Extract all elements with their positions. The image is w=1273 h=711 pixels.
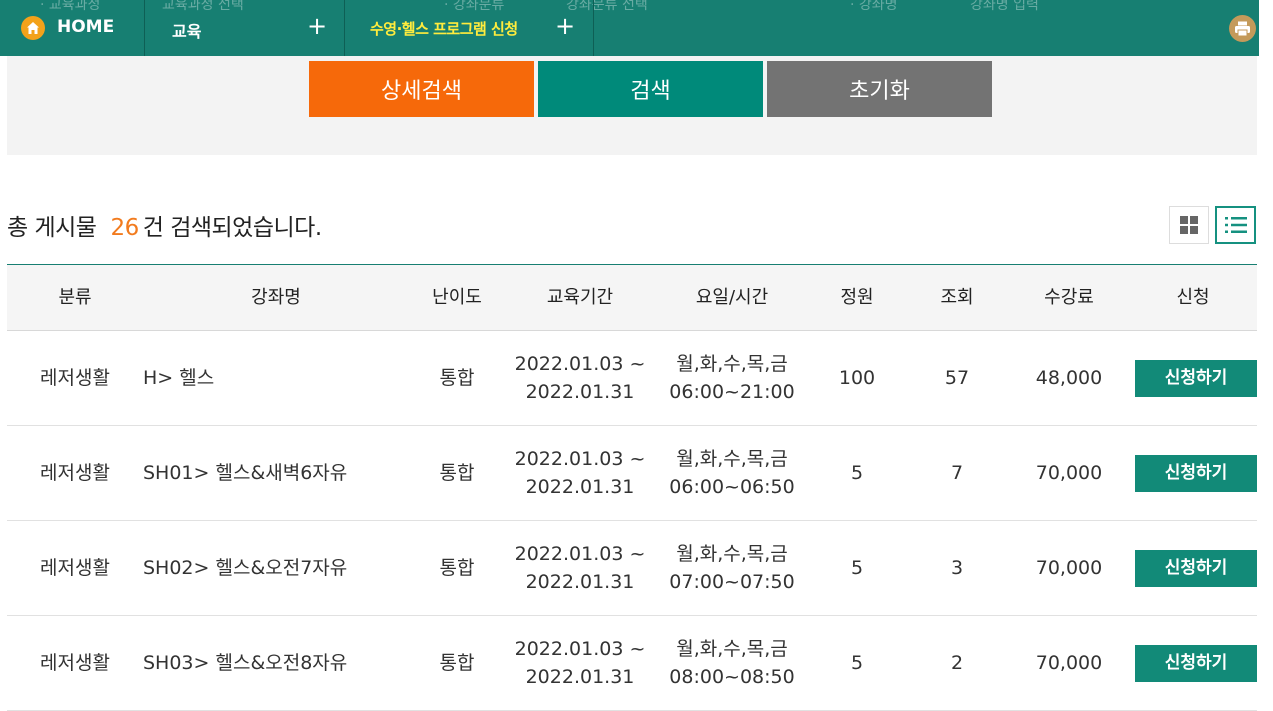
search-panel: 상세검색 검색 초기화 (7, 56, 1257, 155)
row-views: 2 (950, 652, 964, 674)
row-time: 07:00~07:50 (669, 571, 795, 593)
row-capacity: 100 (838, 367, 876, 389)
list-view-button[interactable] (1215, 206, 1256, 244)
ghost-input-lecture: 강좌명 입력 (970, 0, 1039, 13)
apply-button[interactable]: 신청하기 (1135, 549, 1257, 587)
header-apply: 신청 (1176, 286, 1210, 308)
row-period-start: 2022.01.03 ~ (514, 448, 646, 470)
row-level: 통합 (439, 462, 475, 484)
row-period: 2022.01.03 ~ 2022.01.31 (505, 426, 655, 520)
result-summary: 총 게시물 26 건 검색되었습니다. (7, 208, 322, 242)
result-count: 26 (110, 215, 139, 241)
row-fee: 70,000 (1035, 652, 1103, 674)
row-time: 06:00~06:50 (669, 476, 795, 498)
top-navigation: · 교육과정 교육과정 선택 · 강좌분류 강좌분류 선택 · 강좌명 강좌명 … (0, 0, 1259, 56)
search-button[interactable]: 검색 (538, 61, 763, 117)
row-schedule: 월,화,수,목,금 06:00~06:50 (655, 426, 809, 520)
row-period-start: 2022.01.03 ~ (514, 543, 646, 565)
reset-button[interactable]: 초기화 (767, 61, 992, 117)
apply-button[interactable]: 신청하기 (1135, 644, 1257, 682)
row-apply-cell: 신청하기 (1129, 616, 1257, 710)
row-period-end: 2022.01.31 (525, 571, 635, 593)
apply-button[interactable]: 신청하기 (1135, 454, 1257, 492)
apply-button[interactable]: 신청하기 (1135, 359, 1257, 397)
row-views: 3 (950, 557, 964, 579)
row-category: 레저생활 (40, 652, 110, 674)
header-category: 분류 (58, 286, 92, 308)
row-fee: 70,000 (1035, 557, 1103, 579)
list-view-icon (1224, 217, 1247, 233)
home-icon (21, 16, 45, 40)
header-level: 난이도 (432, 286, 482, 308)
grid-view-icon (1180, 216, 1198, 234)
ghost-label-lecture: · 강좌명 (850, 0, 898, 13)
row-period-end: 2022.01.31 (525, 476, 635, 498)
row-period-start: 2022.01.03 ~ (514, 638, 646, 660)
nav-submenu-label: 수영·헬스 프로그램 신청 (370, 20, 518, 38)
summary-prefix: 총 게시물 (7, 215, 97, 241)
table-row: 레저생활 SH03> 헬스&오전8자유 통합 2022.01.03 ~2022.… (7, 616, 1257, 711)
header-period: 교육기간 (546, 286, 614, 308)
nav-menu-plus-icon[interactable]: + (307, 12, 327, 40)
nav-home-link[interactable]: HOME (7, 0, 145, 56)
row-category: 레저생활 (40, 557, 110, 579)
row-apply-cell: 신청하기 (1129, 521, 1257, 615)
row-name: SH03> 헬스&오전8자유 (143, 652, 348, 674)
nav-submenu-plus-icon[interactable]: + (555, 12, 575, 40)
row-days: 월,화,수,목,금 (676, 543, 788, 565)
row-views: 57 (944, 367, 970, 389)
row-schedule: 월,화,수,목,금 08:00~08:50 (655, 616, 809, 710)
nav-menu-label: 교육 (172, 22, 202, 41)
row-category: 레저생활 (40, 462, 110, 484)
header-views: 조회 (940, 286, 974, 308)
table-row: 레저생활 SH02> 헬스&오전7자유 통합 2022.01.03 ~2022.… (7, 521, 1257, 616)
header-name: 강좌명 (251, 286, 301, 308)
row-schedule: 월,화,수,목,금 06:00~21:00 (655, 331, 809, 425)
row-apply-cell: 신청하기 (1129, 426, 1257, 520)
row-schedule: 월,화,수,목,금 07:00~07:50 (655, 521, 809, 615)
row-days: 월,화,수,목,금 (676, 448, 788, 470)
program-table: 분류 강좌명 난이도 교육기간 요일/시간 정원 조회 수강료 신청 레저생활 … (7, 264, 1257, 711)
row-period: 2022.01.03 ~ 2022.01.31 (505, 521, 655, 615)
row-capacity: 5 (850, 462, 864, 484)
row-period-start: 2022.01.03 ~ (514, 353, 646, 375)
detail-search-button[interactable]: 상세검색 (309, 61, 534, 117)
row-level: 통합 (439, 652, 475, 674)
row-level: 통합 (439, 367, 475, 389)
row-period-end: 2022.01.31 (525, 381, 635, 403)
nav-submenu-program[interactable]: 수영·헬스 프로그램 신청 + (345, 0, 594, 56)
table-row: 레저생활 H> 헬스 통합 2022.01.03 ~ 2022.01.31 월,화… (7, 331, 1257, 426)
table-header: 분류 강좌명 난이도 교육기간 요일/시간 정원 조회 수강료 신청 (7, 264, 1257, 331)
header-schedule: 요일/시간 (695, 286, 769, 308)
row-time: 06:00~21:00 (669, 381, 795, 403)
grid-view-button[interactable] (1169, 206, 1209, 244)
row-time: 08:00~08:50 (669, 666, 795, 688)
row-period: 2022.01.03 ~ 2022.01.31 (505, 616, 655, 710)
summary-suffix: 건 검색되었습니다. (142, 215, 322, 241)
row-fee: 48,000 (1035, 367, 1103, 389)
row-name: H> 헬스 (143, 367, 215, 389)
row-period-end: 2022.01.31 (525, 666, 635, 688)
nav-home-label: HOME (57, 17, 115, 37)
row-days: 월,화,수,목,금 (676, 353, 788, 375)
row-name: SH01> 헬스&새벽6자유 (143, 462, 348, 484)
nav-menu-education[interactable]: 교육 + (145, 0, 345, 56)
row-category: 레저생활 (40, 367, 110, 389)
row-level: 통합 (439, 557, 475, 579)
table-row: 레저생활 SH01> 헬스&새벽6자유 통합 2022.01.03 ~2022.… (7, 426, 1257, 521)
header-capacity: 정원 (840, 286, 874, 308)
row-period: 2022.01.03 ~ 2022.01.31 (505, 331, 655, 425)
row-fee: 70,000 (1035, 462, 1103, 484)
row-capacity: 5 (850, 557, 864, 579)
print-icon[interactable] (1229, 15, 1256, 42)
header-fee: 수강료 (1044, 286, 1094, 308)
row-views: 7 (950, 462, 964, 484)
row-apply-cell: 신청하기 (1129, 331, 1257, 425)
row-name: SH02> 헬스&오전7자유 (143, 557, 348, 579)
row-capacity: 5 (850, 652, 864, 674)
row-days: 월,화,수,목,금 (676, 638, 788, 660)
